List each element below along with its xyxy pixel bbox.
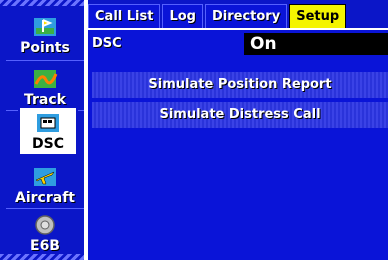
sidebar-item-dsc[interactable]: DSC (18, 106, 78, 156)
rail-bottom-border (0, 254, 84, 260)
simulate-position-report-button[interactable]: Simulate Position Report (92, 72, 388, 98)
simulate-distress-call-button[interactable]: Simulate Distress Call (92, 102, 388, 128)
dsc-icon (35, 112, 61, 134)
aircraft-icon (32, 166, 58, 188)
sidebar-item-points[interactable]: Points (6, 8, 84, 58)
e6b-icon (32, 214, 58, 236)
sidebar-item-label: Aircraft (15, 190, 75, 206)
tab-directory[interactable]: Directory (204, 4, 288, 28)
tab-bar: Call List Log Directory Setup (88, 0, 388, 28)
sidebar-item-label: DSC (32, 136, 64, 152)
tab-underline (88, 28, 388, 30)
tab-call-list[interactable]: Call List (88, 4, 161, 28)
sidebar-item-label: E6B (30, 238, 60, 254)
rail-top-border (0, 0, 84, 6)
device-screen: Points Track DSC Aircraft E6B Call List … (0, 0, 388, 260)
tab-log[interactable]: Log (162, 4, 203, 28)
tab-setup[interactable]: Setup (289, 4, 347, 28)
points-icon (32, 16, 58, 38)
dsc-setting-field[interactable]: On (244, 33, 388, 55)
sidebar-item-aircraft[interactable]: Aircraft (6, 158, 84, 208)
sidebar-item-label: Points (20, 40, 70, 56)
vertical-divider (84, 0, 88, 260)
track-icon (32, 68, 58, 90)
sidebar-item-track[interactable]: Track (6, 60, 84, 110)
sidebar: Points Track DSC Aircraft E6B (0, 0, 84, 260)
sidebar-item-e6b[interactable]: E6B (6, 206, 84, 256)
dsc-setting-label: DSC (92, 36, 122, 51)
